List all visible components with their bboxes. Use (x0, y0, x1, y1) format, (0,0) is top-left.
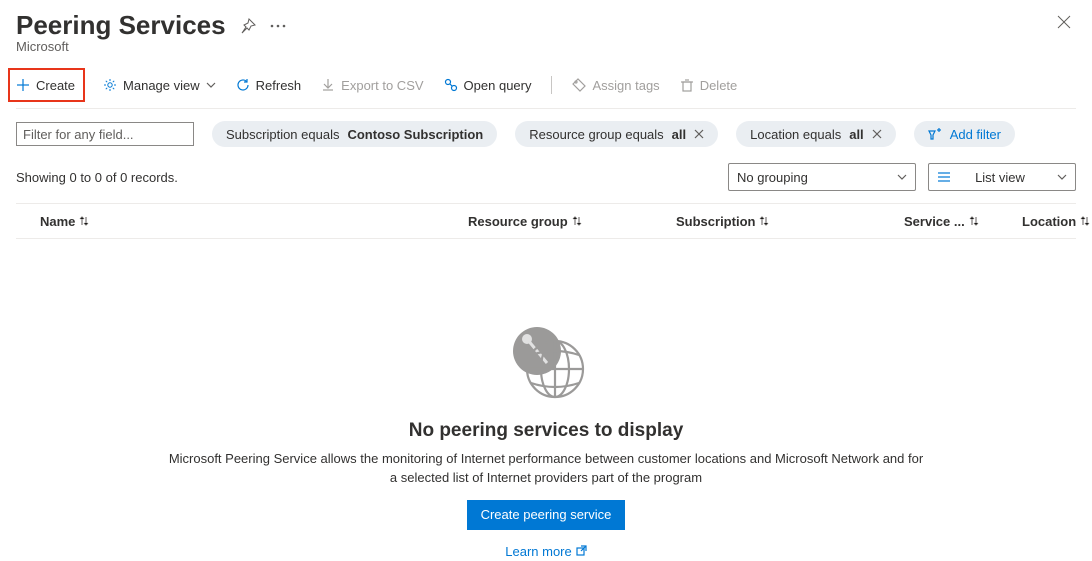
learn-more-label: Learn more (505, 544, 571, 559)
manage-view-button[interactable]: Manage view (95, 71, 224, 99)
col-location[interactable]: Location (1014, 214, 1090, 229)
col-sub-label: Subscription (676, 214, 755, 229)
sort-icon (79, 215, 89, 227)
chevron-down-icon (897, 172, 907, 182)
tag-icon (572, 78, 586, 92)
trash-icon (680, 78, 694, 92)
learn-more-link[interactable]: Learn more (505, 544, 586, 559)
grouping-select[interactable]: No grouping (728, 163, 916, 191)
download-icon (321, 78, 335, 92)
filter-subscription-value: Contoso Subscription (347, 127, 483, 142)
filter-subscription-pre: Subscription equals (226, 127, 339, 142)
filter-rg-value: all (672, 127, 686, 142)
grouping-label: No grouping (737, 170, 808, 185)
filter-input[interactable] (16, 122, 194, 146)
close-icon[interactable] (872, 129, 882, 139)
table-header: Name Resource group Subscription Service… (16, 203, 1076, 239)
records-count: Showing 0 to 0 of 0 records. (16, 170, 178, 185)
refresh-label: Refresh (256, 78, 302, 93)
page-title: Peering Services (16, 10, 226, 41)
create-peering-service-button[interactable]: Create peering service (467, 500, 626, 530)
query-icon (444, 78, 458, 92)
export-csv-label: Export to CSV (341, 78, 423, 93)
col-rg-label: Resource group (468, 214, 568, 229)
more-icon[interactable] (270, 24, 286, 28)
sort-icon (969, 215, 979, 227)
external-icon (576, 544, 587, 559)
chevron-down-icon (1057, 172, 1067, 182)
open-query-label: Open query (464, 78, 532, 93)
sort-icon (759, 215, 769, 227)
list-view-label: List view (975, 170, 1025, 185)
filter-loc-pre: Location equals (750, 127, 841, 142)
close-icon[interactable] (1056, 14, 1072, 33)
filters-row: Subscription equals Contoso Subscription… (16, 121, 1076, 147)
filter-icon (928, 127, 942, 141)
list-icon (937, 171, 951, 183)
filter-loc-value: all (849, 127, 863, 142)
chevron-down-icon (206, 80, 216, 90)
col-service[interactable]: Service ... (896, 214, 1014, 229)
col-resource-group[interactable]: Resource group (460, 214, 668, 229)
plus-icon (16, 78, 30, 92)
delete-label: Delete (700, 78, 738, 93)
sort-icon (1080, 215, 1090, 227)
export-csv-button[interactable]: Export to CSV (313, 71, 431, 99)
close-icon[interactable] (694, 129, 704, 139)
col-svc-label: Service ... (904, 214, 965, 229)
assign-tags-button[interactable]: Assign tags (564, 71, 667, 99)
filter-location[interactable]: Location equals all (736, 121, 896, 147)
assign-tags-label: Assign tags (592, 78, 659, 93)
col-loc-label: Location (1022, 214, 1076, 229)
create-button[interactable]: Create (8, 68, 85, 102)
sort-icon (572, 215, 582, 227)
filter-resource-group[interactable]: Resource group equals all (515, 121, 718, 147)
empty-description: Microsoft Peering Service allows the mon… (166, 450, 926, 488)
empty-title: No peering services to display (409, 420, 684, 442)
filter-rg-pre: Resource group equals (529, 127, 663, 142)
separator (551, 76, 552, 94)
refresh-icon (236, 78, 250, 92)
pin-icon[interactable] (240, 18, 256, 34)
records-row: Showing 0 to 0 of 0 records. No grouping… (16, 163, 1076, 191)
page-subtitle: Microsoft (16, 39, 1076, 54)
manage-view-label: Manage view (123, 78, 200, 93)
empty-state: No peering services to display Microsoft… (16, 317, 1076, 559)
open-query-button[interactable]: Open query (436, 71, 540, 99)
delete-button[interactable]: Delete (672, 71, 746, 99)
filter-subscription[interactable]: Subscription equals Contoso Subscription (212, 121, 497, 147)
create-label: Create (36, 78, 75, 93)
col-name[interactable]: Name (16, 214, 460, 229)
gear-icon (103, 78, 117, 92)
refresh-button[interactable]: Refresh (228, 71, 310, 99)
command-bar: Create Manage view Refresh Export to CSV (16, 68, 1076, 109)
col-subscription[interactable]: Subscription (668, 214, 896, 229)
list-view-select[interactable]: List view (928, 163, 1076, 191)
add-filter-button[interactable]: Add filter (914, 121, 1015, 147)
add-filter-label: Add filter (950, 127, 1001, 142)
globe-icon (503, 317, 589, 406)
col-name-label: Name (40, 214, 75, 229)
